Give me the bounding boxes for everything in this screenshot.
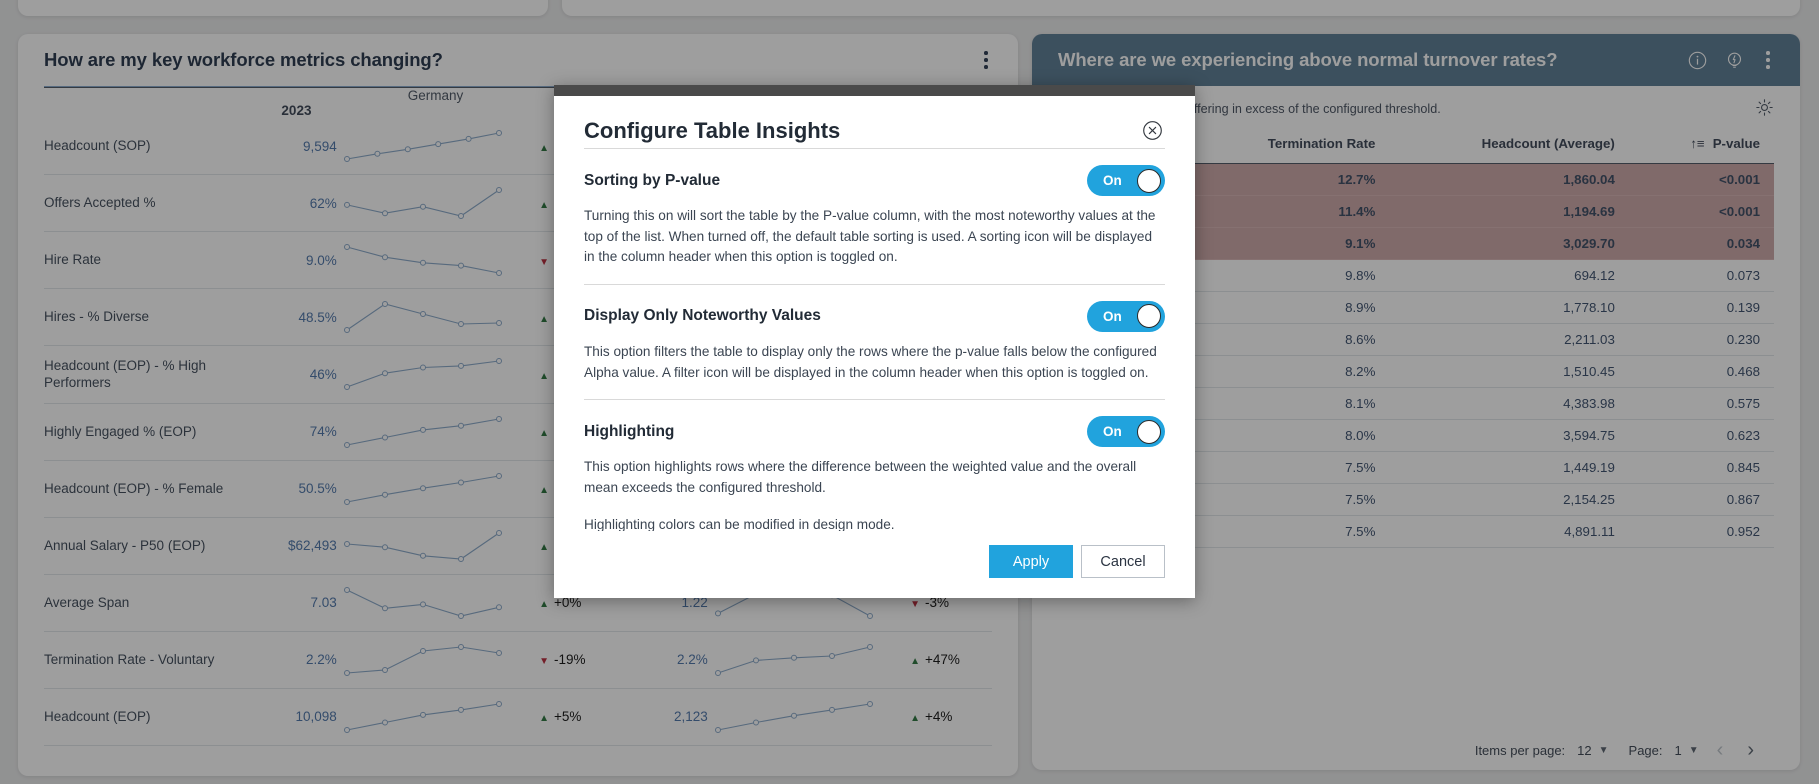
option-row: Display Only Noteworthy Values On	[584, 285, 1165, 336]
option-block: Highlighting On This option highlights row…	[584, 399, 1165, 531]
option-toggle[interactable]: On	[1087, 165, 1165, 196]
option-row: Sorting by P-value On	[584, 149, 1165, 200]
dialog-header: Configure Table Insights	[554, 96, 1195, 148]
toggle-knob	[1137, 420, 1161, 444]
option-description-secondary: Highlighting colors can be modified in d…	[584, 515, 1165, 531]
option-toggle[interactable]: On	[1087, 301, 1165, 332]
configure-table-insights-dialog: Configure Table Insights Sorting by P-va…	[554, 85, 1195, 598]
dialog-options-scroll-area[interactable]: Sorting by P-value On Turning this on will…	[554, 148, 1195, 531]
toggle-knob	[1137, 169, 1161, 193]
dialog-title: Configure Table Insights	[584, 118, 840, 144]
toggle-knob	[1137, 304, 1161, 328]
option-row: Highlighting On	[584, 400, 1165, 451]
toggle-state-label: On	[1087, 424, 1122, 439]
toggle-state-label: On	[1087, 309, 1122, 324]
option-toggle[interactable]: On	[1087, 416, 1165, 447]
apply-button[interactable]: Apply	[989, 545, 1073, 578]
option-description: This option filters the table to display…	[584, 336, 1165, 399]
option-block: Sorting by P-value On Turning this on will…	[584, 148, 1165, 284]
option-label: Sorting by P-value	[584, 172, 720, 190]
option-block: Display Only Noteworthy Values On This opt…	[584, 284, 1165, 399]
option-description: This option highlights rows where the di…	[584, 451, 1165, 514]
close-circle-icon[interactable]	[1140, 118, 1165, 148]
option-description: Turning this on will sort the table by t…	[584, 200, 1165, 284]
cancel-button[interactable]: Cancel	[1081, 545, 1165, 578]
option-label: Highlighting	[584, 423, 674, 441]
toggle-state-label: On	[1087, 173, 1122, 188]
dialog-title-bar	[554, 85, 1195, 96]
dialog-footer: Apply Cancel	[554, 531, 1195, 598]
option-label: Display Only Noteworthy Values	[584, 307, 821, 325]
